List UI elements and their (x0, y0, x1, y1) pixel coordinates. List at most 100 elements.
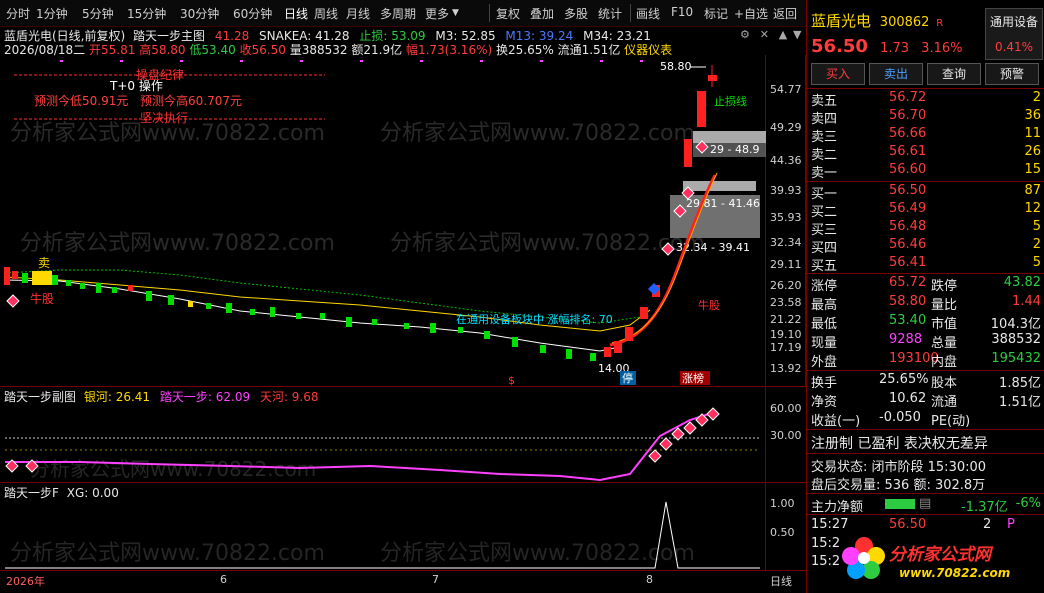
sell-label: 卖 (38, 256, 50, 270)
stat-row: 涨停 65.72 跌停 43.82 (811, 275, 1041, 294)
t0-label: T+0 操作 (109, 78, 163, 93)
tab-5min[interactable]: 5分钟 (82, 5, 114, 22)
buy-button[interactable]: 买入 (811, 63, 865, 85)
more-button[interactable]: 更多 (425, 5, 449, 22)
multi-stock-button[interactable]: 多股 (564, 5, 588, 22)
y-tick: 26.20 (770, 279, 802, 292)
menu-icon[interactable]: ▤ (919, 496, 931, 511)
sell-button[interactable]: 卖出 (869, 63, 923, 85)
bid-row: 买一 56.50 87 (811, 183, 1041, 202)
sub1-y-tick: 60.00 (770, 402, 802, 415)
sub2-y-tick: 1.00 (770, 497, 795, 510)
draw-button[interactable]: 画线 (636, 5, 660, 22)
y-tick: 54.77 (770, 83, 802, 96)
tab-1min[interactable]: 1分钟 (36, 5, 68, 22)
close-icon[interactable]: ✕ (760, 28, 769, 41)
x-tick: 7 (432, 573, 439, 586)
high-marker: 58.80 (660, 60, 692, 73)
watermark-text: 分析家公式网www.70822.com (390, 231, 705, 256)
stock-name: 蓝盾光电 (811, 12, 872, 30)
y-tick: 49.29 (770, 121, 802, 134)
alert-button[interactable]: 预警 (985, 63, 1039, 85)
current-price: 56.50 (811, 36, 868, 57)
chevron-up-icon[interactable]: ▲ (779, 28, 787, 41)
watermark-text: 分析家公式网www.70822.com (10, 541, 325, 566)
bid-row: 买四 56.46 2 (811, 237, 1041, 256)
tab-weekly[interactable]: 周线 (314, 5, 338, 22)
bull-label: 牛股 (30, 291, 54, 306)
x-tick: 6 (220, 573, 227, 586)
more-arrow-icon: ▼ (452, 8, 459, 18)
y-tick: 17.19 (770, 341, 802, 354)
watermark-text: 分析家公式网www.70822.com (380, 121, 695, 146)
tab-daily[interactable]: 日线 (284, 5, 308, 22)
pred-high: 预测今高60.707元 (140, 93, 242, 108)
zone2-label: 29.81 - 41.46 (686, 197, 760, 210)
tab-15min[interactable]: 15分钟 (127, 5, 166, 22)
top-dot-markers (60, 60, 643, 62)
price-row: 56.50 1.73 3.16% (811, 36, 962, 57)
ask-row: 卖四 56.70 36 (811, 108, 1041, 127)
limit-stop-badge: 停 (622, 371, 633, 385)
zone-box-1 (693, 131, 766, 143)
chevron-down-icon[interactable]: ▼ (793, 28, 801, 41)
stat-row: 收益(一) -0.050 PE(动) (811, 410, 971, 429)
main-flow-bar (885, 499, 915, 509)
sell-stock-label: 牛股 (698, 298, 720, 312)
stat-row: 净资 10.62 流通 1.51亿 (811, 391, 1041, 410)
tab-monthly[interactable]: 月线 (346, 5, 370, 22)
chart-header-controls: ⚙ ✕ ▲ ▼ (740, 27, 802, 41)
stop-line-label: 止损线 (714, 94, 747, 108)
y-tick: 39.93 (770, 184, 802, 197)
bid-row: 买三 56.48 5 (811, 219, 1041, 238)
x-tick: 8 (646, 573, 653, 586)
add-watchlist-button[interactable]: +自选 (734, 5, 768, 22)
y-tick: 35.93 (770, 211, 802, 224)
adjust-button[interactable]: 复权 (496, 5, 520, 22)
ask-row: 卖一 56.60 15 (811, 162, 1041, 181)
ask-row: 卖五 56.72 2 (811, 90, 1041, 109)
settings-gear-icon[interactable]: ⚙ (740, 28, 750, 41)
sector-tag[interactable]: 通用设备 0.41% (985, 8, 1043, 60)
price-change: 1.73 (880, 41, 910, 56)
ask-row: 卖二 56.61 26 (811, 144, 1041, 163)
mark-button[interactable]: 标记 (704, 5, 728, 22)
stock-code: 300862 (879, 15, 930, 30)
sub1-chart[interactable]: 分析家公式网www.70822.com (0, 386, 766, 482)
zone1-label: 29 - 48.9 (710, 143, 759, 156)
tab-intraday[interactable]: 分时 (6, 5, 30, 22)
sub1-y-tick: 30.00 (770, 429, 802, 442)
sub2-chart[interactable]: 分析家公式网www.70822.com 分析家公式网www.70822.com (0, 482, 766, 570)
back-button[interactable]: 返回 (773, 5, 797, 22)
watermark-text: 分析家公式网www.70822.com (380, 541, 695, 566)
dollar-mark: $ (508, 374, 515, 386)
sub2-y-tick: 0.50 (770, 526, 795, 539)
pred-low: 预测今低50.91元 (34, 93, 128, 108)
price-pct: 3.16% (921, 41, 963, 56)
watermark-text: 分析家公式网www.70822.com (30, 457, 316, 481)
site-logo: 分析家公式网 www.70822.com (841, 530, 1041, 588)
main-flow-row: 主力净额 ▤ -1.37亿 -6% (811, 496, 1041, 515)
flower-logo-icon (842, 537, 885, 579)
bid-row: 买五 56.41 5 (811, 255, 1041, 274)
y-tick: 13.92 (770, 362, 802, 375)
overlay-button[interactable]: 叠加 (530, 5, 554, 22)
tab-multi-period[interactable]: 多周期 (380, 5, 416, 22)
y-tick: 19.10 (770, 328, 802, 341)
y-tick: 32.34 (770, 236, 802, 249)
main-chart[interactable]: 分析家公式网www.70822.com 分析家公式网www.70822.com … (0, 55, 766, 386)
execute-label: 坚决执行 (140, 111, 188, 125)
stats-button[interactable]: 统计 (598, 5, 622, 22)
stat-row: 最低 53.40 市值 104.3亿 (811, 313, 1041, 332)
tab-60min[interactable]: 60分钟 (233, 5, 272, 22)
after-hours-volume: 盘后交易量: 536 额: 302.8万 (811, 478, 986, 493)
query-button[interactable]: 查询 (927, 63, 981, 85)
tab-30min[interactable]: 30分钟 (180, 5, 219, 22)
y-tick: 44.36 (770, 154, 802, 167)
zone-box-2 (683, 181, 756, 191)
y-tick: 23.58 (770, 296, 802, 309)
y-tick: 21.22 (770, 313, 802, 326)
limit-up-badge: 涨榜 (682, 371, 704, 385)
f10-button[interactable]: F10 (671, 5, 693, 19)
y-tick: 29.11 (770, 258, 802, 271)
